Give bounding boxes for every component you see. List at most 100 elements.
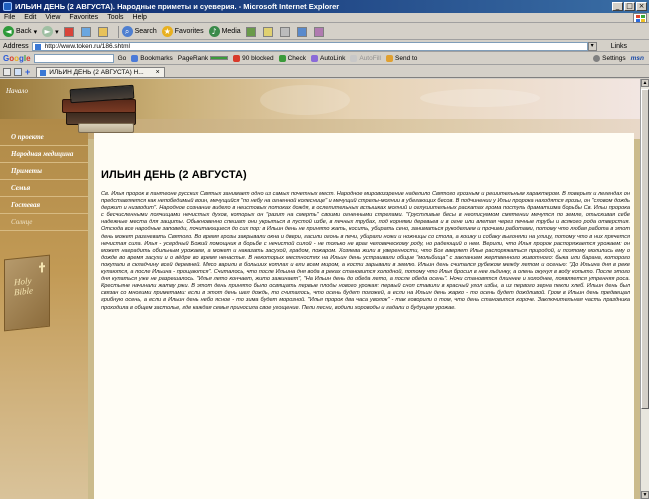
print-button[interactable] [279,26,292,37]
vertical-scrollbar[interactable]: ▲ ▼ [640,79,649,499]
search-icon: ⌕ [121,26,133,37]
address-label: Address [3,42,29,50]
refresh-icon [80,26,91,37]
bookmark-star-icon [131,54,139,62]
edit-button[interactable] [296,26,309,37]
header-decoration [420,89,540,107]
menu-help[interactable]: Help [133,14,147,21]
nav-item-guestbook[interactable]: Гостевая [0,197,88,214]
history-button[interactable] [245,26,258,37]
mail-button[interactable] [262,26,275,37]
links-button[interactable]: Links [611,43,627,50]
send-label: Send to [395,54,418,62]
forward-button[interactable]: ► ▾ [42,26,59,37]
maximize-button[interactable]: □ [624,2,635,11]
minimize-button[interactable]: _ [612,2,623,11]
discuss-button[interactable] [313,26,326,37]
tab-list-icon[interactable] [3,67,11,76]
address-dropdown-icon[interactable]: ▾ [587,41,597,51]
refresh-button[interactable] [80,26,93,37]
menu-file[interactable]: File [4,14,15,21]
media-button[interactable]: ♪ Media [208,26,241,37]
google-logo[interactable]: Google [3,54,31,63]
favorites-button[interactable]: ★ Favorites [161,26,204,37]
close-button[interactable]: × [636,2,647,11]
window-title: ИЛЬИН ДЕНЬ (2 АВГУСТА). Народные приметы… [15,2,340,11]
back-button[interactable]: ◄ Back ▾ [3,26,37,37]
window-title-bar[interactable]: ИЛЬИН ДЕНЬ (2 АВГУСТА). Народные приметы… [0,0,649,13]
nav-item-omens[interactable]: Приметы [0,163,88,180]
forward-arrow-icon: ► [42,26,54,37]
google-search-input[interactable] [33,53,114,63]
home-button[interactable] [97,26,110,37]
menu-bar: File Edit View Favorites Tools Help [0,13,649,23]
toolbar-separator [117,25,119,38]
pagerank-bar-icon [210,56,229,60]
autofill-icon [350,54,358,62]
blocker-icon [233,54,241,62]
tab-label: ИЛЬИН ДЕНЬ (2 АВГУСТА) Н... [49,68,144,76]
tab-active[interactable]: ИЛЬИН ДЕНЬ (2 АВГУСТА) Н... × [36,66,165,78]
msn-button[interactable]: msn [631,55,644,62]
article-body: Св. Илья пророк в пантеоне русских Святы… [101,191,630,311]
settings-button[interactable]: Settings [593,54,626,62]
page-viewport: Начало О проекте Народная медицина Приме… [0,79,640,499]
check-icon [278,54,286,62]
holy-bible-image: Holy Bible [4,254,50,332]
history-icon [245,26,256,37]
scroll-thumb[interactable] [641,89,649,409]
discuss-icon [313,26,324,37]
send-icon [386,54,394,62]
star-icon: ★ [161,26,173,37]
bible-cover-text: Holy Bible [14,275,33,298]
autolink-icon [311,54,319,62]
back-arrow-icon: ◄ [3,26,14,37]
media-label: Media [221,28,241,35]
stop-icon [63,26,74,37]
menu-edit[interactable]: Edit [24,14,36,21]
navigation-toolbar: ◄ Back ▾ ► ▾ ⌕ Search ★ Favorites ♪ Medi… [0,24,649,40]
send-to-button[interactable]: Send to [386,54,418,62]
pagerank-label: PageRank [177,54,209,62]
menu-favorites[interactable]: Favorites [69,14,98,21]
print-icon [279,26,290,37]
header-decoration [260,85,350,115]
gear-icon [593,54,601,62]
nav-item-folk-medicine[interactable]: Народная медицина [0,146,88,163]
stop-button[interactable] [63,26,76,37]
google-go-button[interactable]: Go [118,55,127,62]
scroll-down-icon[interactable]: ▼ [641,491,649,499]
search-button[interactable]: ⌕ Search [121,26,157,37]
scroll-up-icon[interactable]: ▲ [641,79,649,87]
content-frame: ИЛЬИН ДЕНЬ (2 АВГУСТА) Св. Илья пророк в… [88,119,640,499]
site-sidebar: О проекте Народная медицина Приметы Семь… [0,119,88,499]
check-label: Check [287,54,307,62]
new-tab-icon[interactable] [14,67,22,76]
chevron-down-icon: ▾ [55,28,59,36]
menu-view[interactable]: View [45,14,60,21]
popup-blocker-button[interactable]: 90 blocked [233,54,274,62]
nav-item-sun[interactable]: Солнце [0,214,88,231]
autofill-label: AutoFill [359,54,382,62]
nav-item-family[interactable]: Семья [0,180,88,197]
mail-icon [262,26,273,37]
bookmarks-button[interactable]: Bookmarks [131,54,173,62]
menu-tools[interactable]: Tools [107,14,123,21]
media-icon: ♪ [208,26,220,37]
autolink-label: AutoLink [320,54,346,62]
autolink-button[interactable]: AutoLink [311,54,346,62]
address-input[interactable]: http://www.token.ru/186.shtml [31,41,588,51]
go-label: Go [117,54,127,62]
favorites-label: Favorites [174,28,204,35]
home-link[interactable]: Начало [6,87,28,95]
cross-icon [39,262,45,273]
add-tab-icon[interactable]: + [25,67,30,77]
msn-label: msn [630,54,644,62]
ie-icon [3,2,12,11]
autofill-button[interactable]: AutoFill [350,54,382,62]
home-icon [97,26,108,37]
check-button[interactable]: Check [278,54,307,62]
tab-close-icon[interactable]: × [156,68,160,78]
bookmarks-label: Bookmarks [140,54,173,62]
book-image [78,123,134,133]
